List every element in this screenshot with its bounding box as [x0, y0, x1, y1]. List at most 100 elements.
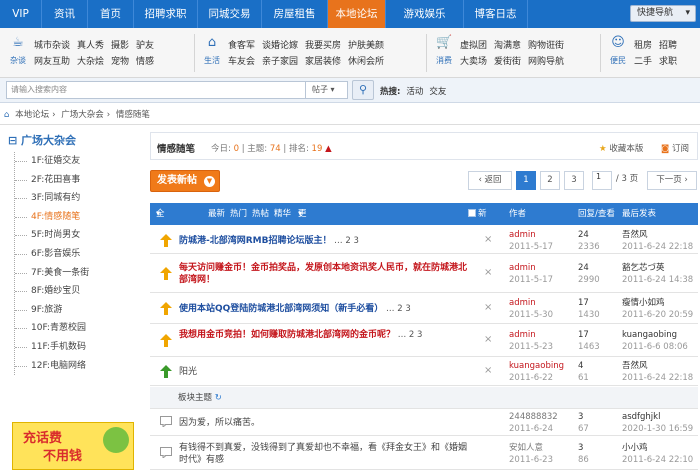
close-icon[interactable]: × — [484, 334, 492, 345]
thread-title[interactable]: 因为爱，所以痛苦。 — [179, 417, 479, 429]
category-link[interactable]: 宠物 — [111, 54, 129, 70]
author-name[interactable]: admin — [509, 298, 536, 308]
close-icon[interactable]: × — [484, 302, 492, 313]
sidebar-item[interactable]: 7F:美食一条街 — [15, 264, 146, 283]
category-link[interactable]: 购物诳街 — [528, 38, 564, 54]
refresh-icon[interactable]: ↻ — [212, 393, 222, 403]
last-poster[interactable]: 小小鸡 — [622, 443, 648, 453]
ad-banner[interactable]: 充话费 不用钱 — [12, 422, 134, 470]
table-row[interactable]: 因为爱，所以痛苦。 244888832 2011-6-24 3 67 asdfghjkl 2… — [150, 410, 698, 436]
sidebar-title[interactable]: ⊟ 广场大杂会 — [8, 132, 148, 150]
last-post-date[interactable]: 2011-6-24 22:10 — [622, 454, 693, 466]
last-post-date[interactable]: 2011-6-24 14:38 — [622, 274, 693, 286]
nav-blog[interactable]: 博客日志 — [464, 0, 528, 28]
category-link[interactable]: 谈婚论嫁 — [262, 38, 298, 54]
sidebar-item[interactable]: 12F:电脑网络 — [15, 357, 146, 376]
hot-search-link[interactable]: 活动 — [406, 87, 423, 97]
table-row[interactable]: 防城港-北部湾网RMB招聘论坛版主！ … 2 3 × admin 2011-5-17 2… — [150, 228, 698, 254]
last-poster[interactable]: kuangaobing — [622, 330, 677, 340]
table-row[interactable]: 阳光 × kuangaobing 2011-6-22 4 61 吾然风 2011-6-24 2… — [150, 358, 698, 386]
next-page-button[interactable]: 下一页 › — [647, 171, 697, 190]
page-2[interactable]: 2 — [540, 171, 560, 190]
category-link[interactable]: 二手 — [634, 54, 652, 70]
sidebar-item[interactable]: 11F:手机数码 — [15, 338, 146, 357]
sidebar-item[interactable]: 5F:时尚男女 — [15, 226, 146, 245]
close-icon[interactable]: × — [484, 267, 492, 278]
last-post-date[interactable]: 2011-6-6 08:06 — [622, 341, 688, 353]
table-row[interactable]: 每天访问赚金币！金币拍奖品，发原创本地资讯奖人民币，就在防城港北部湾网！ × adm… — [150, 255, 698, 293]
category-link[interactable]: 租房 — [634, 38, 652, 54]
sidebar-item[interactable]: 6F:影音娱乐 — [15, 245, 146, 264]
back-button[interactable]: ‹ 返回 — [468, 171, 512, 190]
search-input[interactable]: 请输入搜索内容 — [6, 81, 306, 99]
sidebar-item[interactable]: 3F:同城有约 — [15, 189, 146, 208]
last-poster[interactable]: 瘦情小如鸡 — [622, 298, 665, 308]
sidebar-item[interactable]: 9F:旅游 — [15, 301, 146, 320]
category-link[interactable]: 爱街街 — [494, 54, 521, 70]
last-post-date[interactable]: 2011-6-20 20:59 — [622, 309, 693, 321]
category-link[interactable]: 淘满意 — [494, 38, 521, 54]
last-poster[interactable]: 吾然风 — [622, 230, 648, 240]
category-link[interactable]: 驴友 — [136, 38, 154, 54]
sidebar-item[interactable]: 1F:征婚交友 — [15, 152, 146, 171]
author-name[interactable]: admin — [509, 230, 536, 240]
filter-more[interactable]: 更多 ▾ — [298, 203, 307, 241]
last-post-date[interactable]: 2020-1-30 16:59 — [622, 423, 693, 435]
category-link[interactable]: 虚拟团 — [460, 38, 487, 54]
table-row[interactable]: 有钱得不到真爱，没钱得到了真爱却也不幸福，看《拜金女王》和《婚姻时代》有感 安如人… — [150, 437, 698, 470]
category-link[interactable]: 大杂烩 — [77, 54, 104, 70]
nav-housing[interactable]: 房屋租售 — [262, 0, 328, 28]
quick-nav-button[interactable]: 快捷导航 — [630, 5, 696, 22]
category-link[interactable]: 真人秀 — [77, 38, 104, 54]
author-name[interactable]: admin — [509, 330, 536, 340]
category-link[interactable]: 招聘 — [659, 38, 677, 54]
category-link[interactable]: 家居装修 — [305, 54, 341, 70]
category-link[interactable]: 休闲会所 — [348, 54, 384, 70]
thread-pages[interactable]: … 2 3 — [331, 236, 359, 246]
category-link[interactable]: 网购导航 — [528, 54, 564, 70]
table-row[interactable]: 使用本站QQ登陆防城港北部湾网须知（新手必看） … 2 3 × admin 2011-… — [150, 294, 698, 324]
category-link[interactable]: 城市杂谈 — [34, 38, 70, 54]
filter-hot-posts[interactable]: 热帖 — [252, 203, 269, 225]
thread-title[interactable]: 阳光 — [179, 366, 479, 378]
thread-title[interactable]: 使用本站QQ登陆防城港北部湾网须知（新手必看） … 2 3 — [179, 303, 479, 315]
category-link[interactable]: 大卖场 — [460, 54, 487, 70]
sidebar-item[interactable]: 10F:青葱校园 — [15, 319, 146, 338]
nav-vip[interactable]: VIP — [0, 0, 42, 28]
author-name[interactable]: admin — [509, 263, 536, 273]
filter-hot[interactable]: 热门 — [230, 203, 247, 225]
category-link[interactable]: 车友会 — [228, 54, 255, 70]
close-icon[interactable]: × — [484, 365, 492, 376]
close-icon[interactable]: × — [484, 234, 492, 245]
new-window-toggle[interactable]: 新窗 — [468, 203, 487, 241]
page-input[interactable]: 1 — [592, 171, 612, 190]
category-link[interactable]: 我要买房 — [305, 38, 341, 54]
last-poster[interactable]: asdfghjkl — [622, 412, 660, 422]
hot-search-link[interactable]: 交友 — [429, 87, 446, 97]
thread-title[interactable]: 有钱得不到真爱，没钱得到了真爱却也不幸福，看《拜金女王》和《婚姻时代》有感 — [179, 442, 469, 466]
last-post-date[interactable]: 2011-6-24 22:18 — [622, 372, 693, 384]
thread-title[interactable]: 每天访问赚金币！金币拍奖品，发原创本地资讯奖人民币，就在防城港北部湾网！ — [179, 262, 469, 286]
thread-title[interactable]: 防城港-北部湾网RMB招聘论坛版主！ … 2 3 — [179, 235, 479, 247]
page-3[interactable]: 3 — [564, 171, 584, 190]
page-1[interactable]: 1 — [516, 171, 536, 190]
rss-button[interactable]: ◙ 订阅 — [661, 142, 689, 154]
category-link[interactable]: 护肤美颜 — [348, 38, 384, 54]
last-poster[interactable]: 豁乞芯づ英 — [622, 263, 665, 273]
table-row[interactable]: 我想用金币竞拍！如何赚取防城港北部湾网的金币呢？ … 2 3 × admin 2011… — [150, 325, 698, 357]
category-link[interactable]: 食客军 — [228, 38, 255, 54]
nav-jobs[interactable]: 招聘求职 — [134, 0, 198, 28]
sidebar-item[interactable]: 2F:花田喜事 — [15, 171, 146, 190]
nav-forum[interactable]: 本地论坛 — [328, 0, 386, 28]
author-name[interactable]: 安如人意 — [509, 443, 543, 453]
category-link[interactable]: 情感 — [136, 54, 154, 70]
author-name[interactable]: kuangaobing — [509, 361, 564, 371]
filter-latest[interactable]: 最新 — [208, 203, 225, 225]
last-poster[interactable]: 吾然风 — [622, 361, 648, 371]
nav-home[interactable]: 首页 — [88, 0, 134, 28]
nav-trade[interactable]: 同城交易 — [198, 0, 262, 28]
category-link[interactable]: 网友互助 — [34, 54, 70, 70]
search-scope-select[interactable]: 帖子 ▾ — [306, 81, 348, 99]
sidebar-item[interactable]: 8F:婚纱宝贝 — [15, 282, 146, 301]
nav-news[interactable]: 资讯 — [42, 0, 88, 28]
